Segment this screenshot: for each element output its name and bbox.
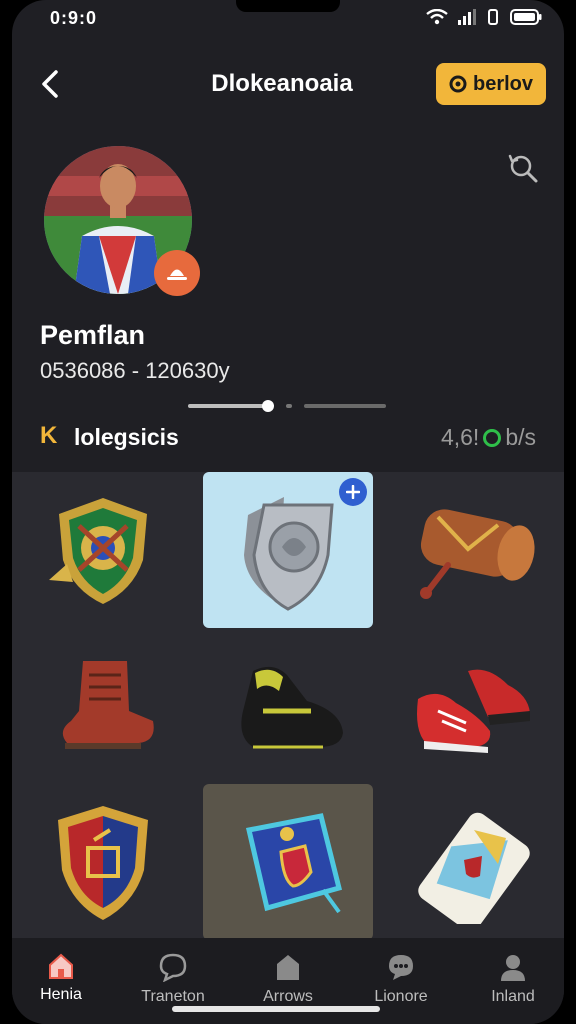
nav-item-chat[interactable]: Traneton (118, 952, 228, 1006)
section-stat-value: 4,6! (440, 424, 480, 450)
nav-label-chat: Traneton (141, 988, 205, 1005)
item-red-leather-boot[interactable] (18, 628, 188, 784)
nav-label-home: Henia (40, 986, 82, 1003)
header: Dlokeanoaia berlov (12, 56, 564, 112)
item-black-yellow-shoe[interactable] (203, 628, 373, 784)
item-red-blue-crest-shield[interactable] (18, 784, 188, 940)
home-indicator[interactable] (172, 1006, 380, 1012)
section-header: K lolegsicis 4,6! b/s (12, 420, 564, 456)
chevron-left-icon (42, 70, 58, 98)
profile-name: Pemflan (40, 320, 146, 350)
item-wooden-barrel-drum[interactable] (388, 472, 558, 628)
coin-icon (449, 75, 467, 93)
profile-meta: 0536086 - 120630y (40, 358, 230, 383)
section-stat-suffix: b/s (505, 424, 536, 450)
nav-label-messages: Lionore (374, 988, 428, 1005)
banner-icon (245, 813, 343, 914)
plus-icon (346, 485, 360, 499)
sneakers-icon (417, 669, 530, 753)
vibrate-icon (486, 9, 500, 30)
chat-icon (159, 953, 187, 982)
silver-shield-icon (244, 497, 334, 611)
item-blue-banner[interactable] (203, 784, 373, 940)
item-emerald-crest-shield[interactable] (18, 472, 188, 628)
action-button[interactable]: berlov (436, 63, 546, 105)
page-indicator[interactable] (188, 400, 388, 412)
section-stat: 4,6! b/s (441, 424, 536, 451)
nav-label-shop: Arrows (263, 988, 313, 1005)
coin-icon (483, 428, 502, 447)
crest-shield-icon (58, 806, 148, 920)
nav-item-home[interactable]: Henia (12, 952, 116, 1004)
phone-card-icon (418, 812, 530, 924)
item-phone-card[interactable] (388, 784, 558, 940)
history-search-icon (508, 154, 538, 183)
crest-shield-icon (49, 498, 147, 604)
profile-icon (501, 955, 525, 981)
hat-icon (167, 269, 187, 280)
add-item-badge[interactable] (339, 478, 367, 506)
battery-icon (510, 9, 542, 30)
message-icon (389, 955, 413, 980)
home-icon (49, 953, 73, 979)
action-button-label: berlov (472, 72, 534, 95)
section-label: lolegsicis (74, 424, 179, 450)
back-button[interactable] (32, 64, 68, 104)
edit-avatar-badge[interactable] (154, 250, 200, 296)
page-indicator-active (262, 400, 274, 412)
section-letter: K (40, 422, 58, 449)
item-silver-shield[interactable] (203, 472, 373, 628)
signal-icon (458, 9, 476, 30)
shop-icon (277, 955, 299, 980)
nav-label-profile: Inland (491, 988, 535, 1005)
app-screen: 0:9:0 Dlokeanoaia berlov Pemflan 0536086… (12, 0, 564, 1024)
nav-item-profile[interactable]: Inland (458, 952, 564, 1006)
item-red-black-sneakers[interactable] (388, 628, 558, 784)
barrel-drum-icon (420, 509, 535, 599)
profile-avatar[interactable] (44, 146, 200, 296)
nav-item-messages[interactable]: Lionore (346, 952, 456, 1006)
status-time: 0:9:0 (50, 8, 98, 28)
boot-icon (62, 661, 154, 749)
wifi-icon (426, 8, 448, 30)
item-grid (12, 472, 564, 940)
status-bar: 0:9:0 (12, 0, 564, 38)
history-button[interactable] (505, 150, 541, 186)
page-title: Dlokeanoaia (211, 70, 353, 97)
nav-item-shop[interactable]: Arrows (233, 952, 343, 1006)
status-icons (426, 8, 542, 30)
shoe-icon (241, 666, 343, 749)
